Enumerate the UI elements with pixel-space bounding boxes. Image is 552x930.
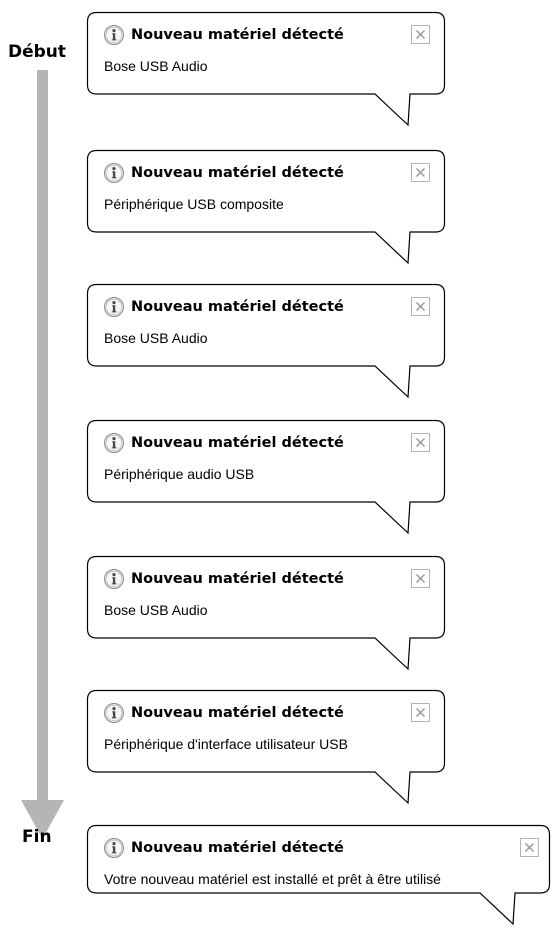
- notification-title: Nouveau matériel détecté: [131, 705, 344, 721]
- notification-message: Votre nouveau matériel est installé et p…: [104, 871, 441, 887]
- notification-balloon[interactable]: Nouveau matériel détecté Bose USB Audio: [86, 11, 446, 127]
- notification-message: Bose USB Audio: [104, 58, 208, 74]
- notification-title: Nouveau matériel détecté: [131, 27, 344, 43]
- notification-message: Périphérique USB composite: [104, 196, 284, 212]
- notification-balloon[interactable]: Nouveau matériel détecté Bose USB Audio: [86, 555, 446, 671]
- close-icon: [415, 167, 426, 178]
- notification-title: Nouveau matériel détecté: [131, 165, 344, 181]
- notification-title: Nouveau matériel détecté: [131, 571, 344, 587]
- info-icon: [103, 432, 125, 454]
- notification-message: Périphérique d'interface utilisateur USB: [104, 736, 348, 752]
- close-button[interactable]: [411, 25, 430, 44]
- close-icon: [415, 301, 426, 312]
- close-button[interactable]: [411, 703, 430, 722]
- close-icon: [415, 29, 426, 40]
- notification-balloon[interactable]: Nouveau matériel détecté Périphérique US…: [86, 149, 446, 265]
- notification-balloon[interactable]: Nouveau matériel détecté Votre nouveau m…: [86, 824, 551, 926]
- close-button[interactable]: [411, 433, 430, 452]
- notification-message: Périphérique audio USB: [104, 466, 255, 482]
- timeline-end-label: Fin: [22, 827, 52, 847]
- info-icon: [103, 702, 125, 724]
- close-icon: [415, 707, 426, 718]
- close-icon: [415, 437, 426, 448]
- info-icon: [103, 162, 125, 184]
- close-button[interactable]: [411, 163, 430, 182]
- timeline-arrow: [21, 70, 64, 839]
- notification-title: Nouveau matériel détecté: [131, 435, 344, 451]
- notification-balloon[interactable]: Nouveau matériel détecté Périphérique d'…: [86, 689, 446, 805]
- notification-balloon[interactable]: Nouveau matériel détecté Périphérique au…: [86, 419, 446, 535]
- timeline-start-label: Début: [8, 42, 67, 62]
- info-icon: [103, 568, 125, 590]
- info-icon: [103, 837, 125, 859]
- close-button[interactable]: [411, 569, 430, 588]
- info-icon: [103, 296, 125, 318]
- close-icon: [524, 842, 535, 853]
- info-icon: [103, 24, 125, 46]
- notification-title: Nouveau matériel détecté: [131, 840, 344, 856]
- close-button[interactable]: [411, 297, 430, 316]
- notification-title: Nouveau matériel détecté: [131, 299, 344, 315]
- notification-message: Bose USB Audio: [104, 602, 208, 618]
- close-button[interactable]: [520, 838, 539, 857]
- notification-message: Bose USB Audio: [104, 330, 208, 346]
- close-icon: [415, 573, 426, 584]
- notification-balloon[interactable]: Nouveau matériel détecté Bose USB Audio: [86, 283, 446, 399]
